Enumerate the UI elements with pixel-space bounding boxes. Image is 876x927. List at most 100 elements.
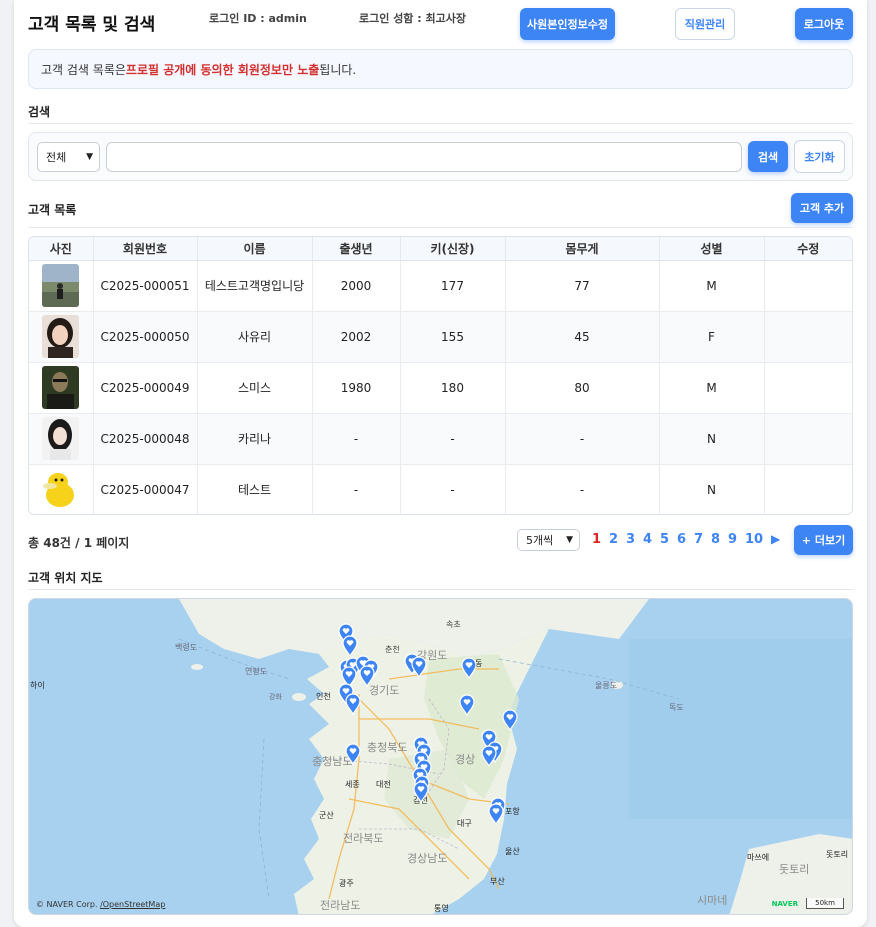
birth-cell: 2002 (312, 311, 401, 363)
table-row[interactable]: C2025-000051 테스트고객명입니당 2000 177 77 M (29, 260, 852, 312)
page-size-select[interactable]: 5개씩 ▼ (517, 529, 580, 551)
map-label-busan: 부산 (490, 876, 505, 886)
birth-cell: - (312, 413, 401, 465)
page-link[interactable]: 5 (660, 532, 669, 547)
total-summary: 총 48건 / 1 페이지 (28, 536, 130, 550)
add-customer-button[interactable]: 고객 추가 (791, 193, 853, 223)
login-role: 로그인 성함 : 최고사장 (359, 12, 466, 25)
column-header: 키(신장) (400, 237, 506, 261)
table-header-row: 사진 회원번호 이름 출생년 키(신장) 몸무게 성별 수정 (29, 237, 852, 261)
page-link[interactable]: 10 (745, 532, 763, 547)
page-link[interactable]: 2 (609, 532, 618, 547)
weight-cell: 77 (505, 260, 660, 312)
map-label-jeonnam: 전라남도 (320, 899, 360, 912)
column-header: 이름 (197, 237, 313, 261)
page-title: 고객 목록 및 검색 (28, 15, 156, 35)
photo-cell (29, 413, 94, 465)
map-label-daegu: 대구 (457, 819, 472, 828)
map-label-pohang: 포항 (505, 807, 520, 816)
table-row[interactable]: C2025-000048 카리나 - - - N (29, 413, 852, 465)
gender-cell: N (659, 464, 765, 514)
page-link[interactable]: 3 (626, 532, 635, 547)
height-cell: 155 (400, 311, 506, 363)
page-link[interactable]: 8 (711, 532, 720, 547)
map-scale: 50km (806, 898, 844, 909)
customer-table: 사진 회원번호 이름 출생년 키(신장) 몸무게 성별 수정 C2025-000… (28, 236, 853, 515)
edit-cell[interactable] (764, 362, 852, 414)
table-row[interactable]: C2025-000050 사유리 2002 155 45 F (29, 311, 852, 363)
search-button[interactable]: 검색 (748, 141, 788, 172)
logout-button[interactable]: 로그아웃 (795, 8, 853, 40)
reset-button[interactable]: 초기화 (794, 140, 845, 173)
edit-cell[interactable] (764, 413, 852, 465)
gender-cell: F (659, 311, 765, 363)
page-link[interactable]: 6 (677, 532, 686, 547)
map-label-shimane: 시마네 (697, 894, 727, 907)
edit-cell[interactable] (764, 311, 852, 363)
gender-cell: M (659, 260, 765, 312)
map-label-jeonbuk: 전라북도 (343, 832, 383, 845)
member-id-cell: C2025-000048 (93, 413, 198, 465)
map-label-daejeon: 대전 (376, 779, 391, 789)
table-row[interactable]: C2025-000047 테스트 - - - N (29, 464, 852, 514)
member-id-cell: C2025-000047 (93, 464, 198, 514)
page-size-value: 5개씩 (526, 534, 554, 547)
customer-photo (42, 417, 80, 460)
search-box: 전체 ▼ 검색 초기화 (28, 132, 853, 181)
search-input[interactable] (106, 142, 742, 172)
edit-profile-button[interactable]: 사원본인정보수정 (520, 8, 615, 40)
height-cell: - (400, 464, 506, 514)
edit-cell[interactable] (764, 260, 852, 312)
attribution-link[interactable]: /OpenStreetMap (100, 900, 165, 909)
map-label-baengnyeong: 백령도 (175, 642, 197, 652)
map-canvas: 속초 춘천 강원도 백령도 연평도 인천 경기도 충청북도 충청남도 세종 대전… (29, 599, 852, 914)
birth-cell: 1980 (312, 362, 401, 414)
page-link[interactable]: 4 (643, 532, 652, 547)
customer-location-map[interactable]: 속초 춘천 강원도 백령도 연평도 인천 경기도 충청북도 충청남도 세종 대전… (28, 598, 853, 915)
search-filter-value: 전체 (46, 151, 67, 164)
member-id-cell: C2025-000050 (93, 311, 198, 363)
map-label-gyeongbuk: 경상 (455, 753, 475, 766)
map-label-sejong: 세종 (345, 780, 360, 789)
edit-cell[interactable] (764, 464, 852, 514)
map-label-sokcho: 속초 (446, 620, 461, 629)
column-header: 성별 (659, 237, 765, 261)
map-label-tottori-pref: 돗토리 (779, 863, 809, 876)
birth-cell: - (312, 464, 401, 514)
name-cell: 카리나 (197, 413, 313, 465)
name-cell: 사유리 (197, 311, 313, 363)
attribution-prefix: © NAVER Corp. (36, 900, 101, 909)
map-label-ulsan: 울산 (505, 846, 520, 856)
map-label-gyeonggi: 경기도 (369, 684, 399, 697)
next-page-icon[interactable]: ▶ (771, 532, 780, 546)
member-id-cell: C2025-000049 (93, 362, 198, 414)
weight-cell: - (505, 413, 660, 465)
birth-cell: 2000 (312, 260, 401, 312)
height-cell: 180 (400, 362, 506, 414)
photo-cell (29, 260, 94, 312)
map-label-incheon: 인천 (316, 691, 331, 701)
weight-cell: 45 (505, 311, 660, 363)
staff-management-button[interactable]: 직원관리 (675, 8, 735, 40)
column-header: 출생년 (312, 237, 401, 261)
page-link[interactable]: 1 (592, 532, 601, 547)
map-label-gwangju: 광주 (339, 878, 354, 888)
map-label-gunsan: 군산 (319, 810, 334, 820)
map-label-tongyeong: 통영 (434, 903, 449, 913)
map-attribution: © NAVER Corp. /OpenStreetMap (36, 900, 165, 909)
load-more-button[interactable]: + 더보기 (794, 525, 853, 555)
height-cell: 177 (400, 260, 506, 312)
chevron-down-icon: ▼ (566, 535, 573, 545)
column-header: 사진 (29, 237, 94, 261)
map-label-gyeongnam: 경상남도 (407, 852, 447, 865)
map-divider (28, 589, 853, 590)
column-header: 회원번호 (93, 237, 198, 261)
map-label-tottori: 돗토리 (826, 850, 848, 859)
page-link[interactable]: 7 (694, 532, 703, 547)
page-link[interactable]: 9 (728, 532, 737, 547)
search-divider (28, 123, 853, 124)
map-label-haiyang: 하이 (30, 680, 45, 690)
table-row[interactable]: C2025-000049 스미스 1980 180 80 M (29, 362, 852, 414)
search-filter-select[interactable]: 전체 ▼ (37, 142, 100, 172)
map-label-chungnam: 충청남도 (312, 755, 352, 768)
